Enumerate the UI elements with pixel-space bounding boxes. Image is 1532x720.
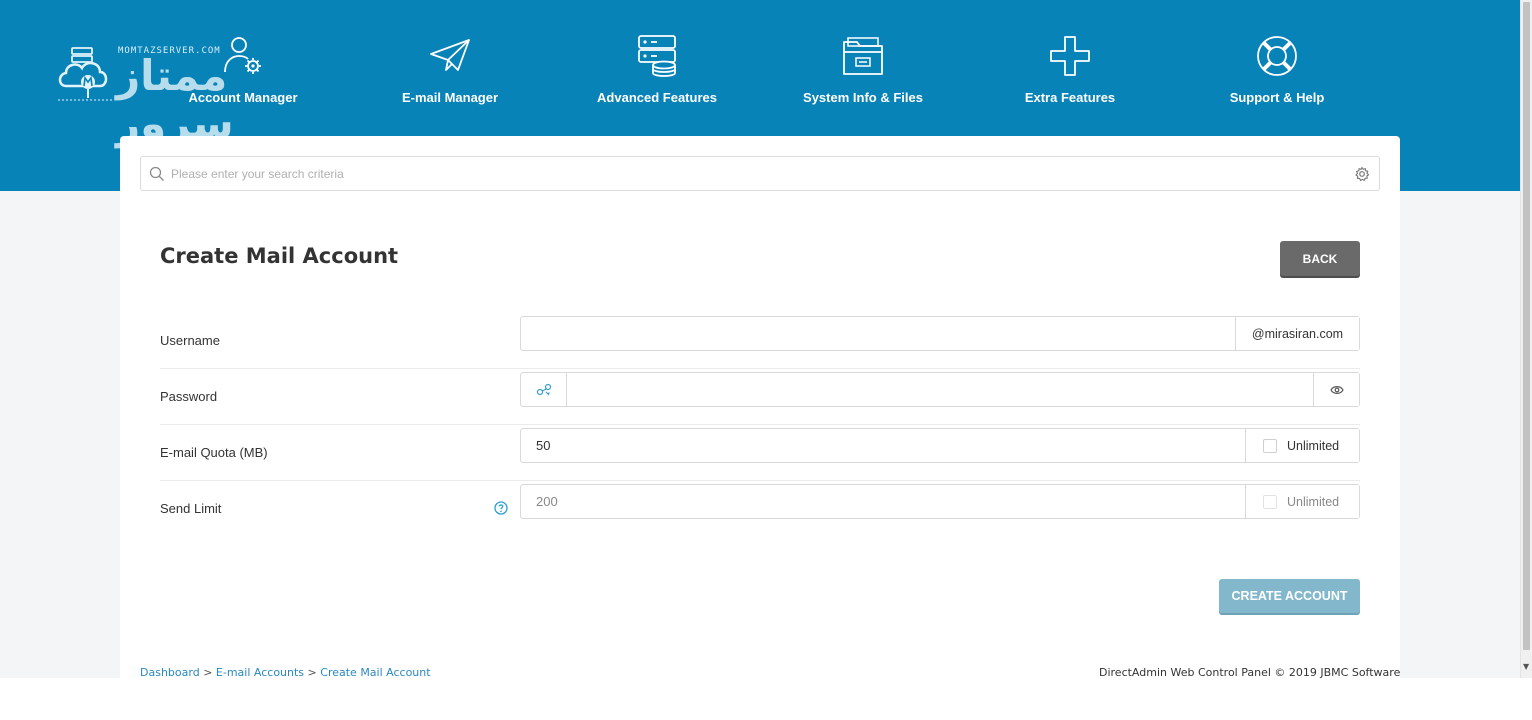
send-limit-unlimited[interactable]: Unlimited [1245,485,1359,518]
password-input[interactable] [567,373,1313,406]
key-generator-icon [536,383,551,395]
send-limit-label: Send Limit [160,501,222,516]
quota-label: E-mail Quota (MB) [160,445,268,460]
nav-account-manager[interactable]: Account Manager [153,34,333,114]
username-label: Username [160,333,220,348]
quota-input[interactable] [521,429,1245,462]
search-icon [149,166,164,181]
eye-icon [1329,385,1344,394]
scroll-down-arrow-icon[interactable]: ▼ [1523,662,1529,672]
breadcrumb-separator: > [203,666,213,678]
lifebuoy-icon [1257,36,1297,76]
paper-plane-icon [430,39,470,71]
breadcrumb-create-mail-account[interactable]: Create Mail Account [320,666,430,678]
quota-row: E-mail Quota (MB) Unlimited [160,425,1360,481]
plus-icon [1050,36,1090,76]
send-limit-input[interactable] [521,485,1245,518]
nav-label: Advanced Features [597,90,717,105]
username-row: Username @mirasiran.com [160,313,1360,369]
generate-password-button[interactable] [521,373,567,406]
quota-unlimited-label: Unlimited [1287,438,1340,453]
send-limit-row: Send Limit Unlimited [160,481,1360,537]
nav-advanced-features[interactable]: Advanced Features [567,34,747,114]
main-card: Create Mail Account BACK Username @miras… [120,136,1400,678]
page-viewport: MOMTAZSERVER.COM ممتاز سرور Account Mana… [0,0,1532,678]
folder-icon [843,37,883,75]
nav-label: E-mail Manager [401,90,499,105]
breadcrumb: Dashboard > E-mail Accounts > Create Mai… [140,666,431,678]
password-field-group [520,372,1360,407]
quota-unlimited-checkbox[interactable] [1263,438,1277,453]
nav-label: Extra Features [1024,90,1116,105]
page-title: Create Mail Account [160,244,399,268]
scrollbar-thumb[interactable] [1523,2,1530,650]
help-icon[interactable] [494,501,508,515]
password-row: Password [160,369,1360,425]
nav-label: Account Manager [188,90,298,105]
username-field-group: @mirasiran.com [520,316,1360,351]
nav-system-info-files[interactable]: System Info & Files [773,34,953,114]
cloud-server-logo-icon [58,47,114,101]
footer-copyright: DirectAdmin Web Control Panel © 2019 JBM… [1099,666,1401,678]
quota-field-group: Unlimited [520,428,1360,463]
quota-unlimited[interactable]: Unlimited [1245,429,1359,462]
username-input[interactable] [521,317,1235,350]
search-input[interactable] [171,157,1341,190]
show-password-button[interactable] [1313,373,1359,406]
search-bar [140,156,1380,191]
nav-support-help[interactable]: Support & Help [1187,34,1367,114]
breadcrumb-dashboard[interactable]: Dashboard [140,666,200,678]
send-limit-unlimited-checkbox[interactable] [1263,494,1277,509]
gear-icon[interactable] [1354,166,1370,182]
send-limit-field-group: Unlimited [520,484,1360,519]
nav-email-manager[interactable]: E-mail Manager [360,34,540,114]
nav-label: System Info & Files [803,90,923,105]
password-label: Password [160,389,218,404]
user-gear-icon [224,37,261,74]
breadcrumb-separator: > [307,666,317,678]
send-limit-unlimited-label: Unlimited [1287,494,1340,509]
scrollbar[interactable]: ▼ [1520,0,1532,678]
nav-label: Support & Help [1229,90,1325,105]
breadcrumb-email-accounts[interactable]: E-mail Accounts [216,666,304,678]
create-account-button[interactable]: CREATE ACCOUNT [1219,579,1360,613]
back-button[interactable]: BACK [1280,241,1360,276]
nav-extra-features[interactable]: Extra Features [980,34,1160,114]
domain-suffix: @mirasiran.com [1235,317,1359,350]
server-database-icon [638,35,676,77]
